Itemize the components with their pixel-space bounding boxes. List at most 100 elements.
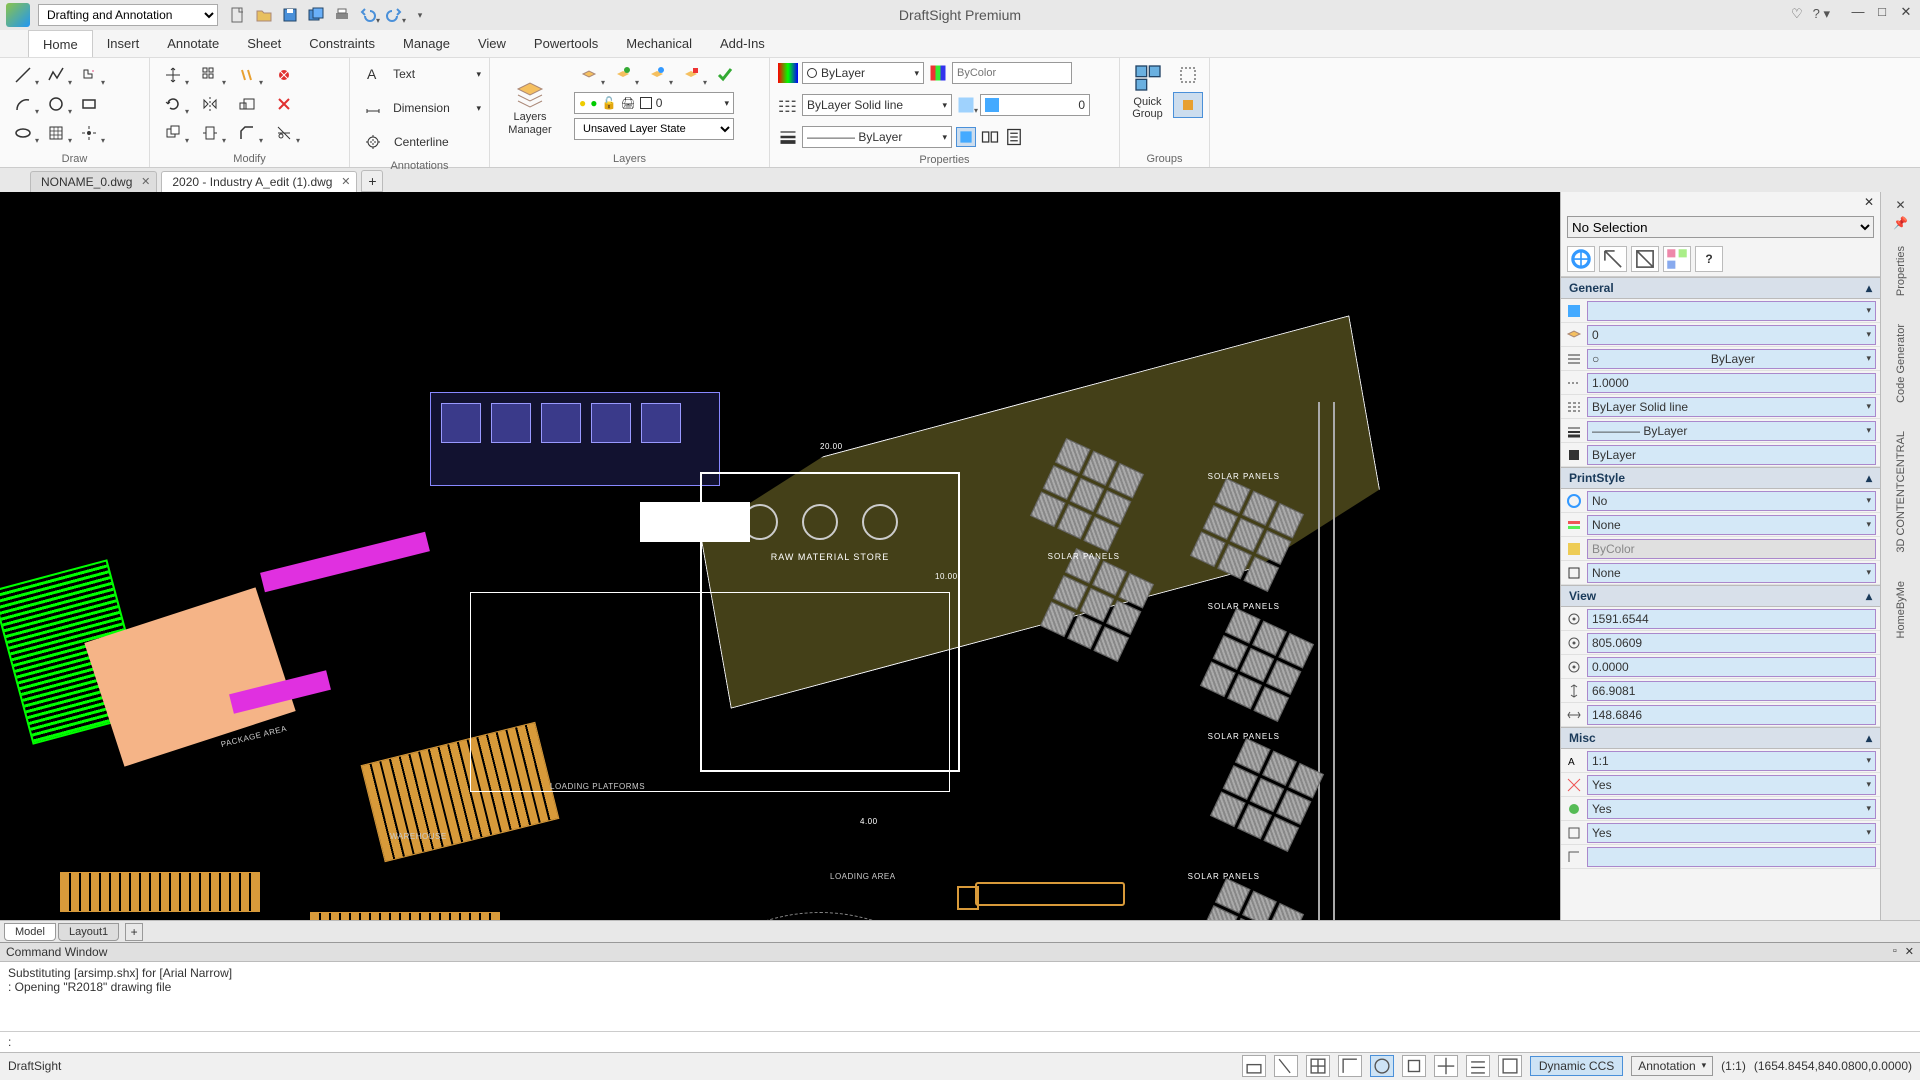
side-tab-properties[interactable]: Properties xyxy=(1893,234,1909,308)
tab-manage[interactable]: Manage xyxy=(389,30,464,57)
layer-icon-3[interactable] xyxy=(642,62,672,88)
mirror-icon[interactable] xyxy=(195,91,225,117)
ellipse-icon[interactable] xyxy=(8,120,38,146)
layer-icon-1[interactable] xyxy=(574,62,604,88)
dimension-label[interactable]: Dimension xyxy=(393,101,470,115)
lweight-icon[interactable] xyxy=(778,127,798,147)
close-tab-1-icon[interactable]: ✕ xyxy=(141,175,150,188)
transparency-icon[interactable] xyxy=(956,95,976,115)
view-y-field[interactable]: 805.0609 xyxy=(1587,633,1876,653)
prop-layer-field[interactable]: 0▾ xyxy=(1587,325,1876,345)
layout1-tab[interactable]: Layout1 xyxy=(58,923,119,941)
prop-pstyle-field[interactable]: ByLayer xyxy=(1587,445,1876,465)
sidepanel-close-icon[interactable]: ✕ xyxy=(1895,198,1905,212)
pal-tool-2[interactable] xyxy=(1599,246,1627,272)
lweight-combo[interactable]: ———— ByLayer▾ xyxy=(802,126,952,148)
pal-tool-4[interactable] xyxy=(1663,246,1691,272)
quickgroup-button[interactable]: Quick Group xyxy=(1127,62,1169,120)
status-annotation[interactable]: Annotation▾ xyxy=(1631,1056,1713,1076)
workspace-selector[interactable]: Drafting and Annotation xyxy=(38,4,218,26)
polyline-icon[interactable] xyxy=(41,62,71,88)
status-btn-qi[interactable] xyxy=(1498,1055,1522,1077)
rotate-icon[interactable] xyxy=(158,91,188,117)
section-view[interactable]: View▴ xyxy=(1561,585,1880,607)
arc-icon[interactable] xyxy=(8,91,38,117)
file-tab-2[interactable]: 2020 - Industry A_edit (1).dwg✕ xyxy=(161,171,357,192)
color-icon[interactable] xyxy=(778,63,798,83)
section-misc[interactable]: Misc▴ xyxy=(1561,727,1880,749)
prop-icon-a[interactable] xyxy=(956,127,976,147)
print-icon[interactable] xyxy=(332,5,352,25)
tab-mechanical[interactable]: Mechanical xyxy=(612,30,706,57)
misc-field-5[interactable] xyxy=(1587,847,1876,867)
tab-view[interactable]: View xyxy=(464,30,520,57)
transparency-field[interactable]: 0 xyxy=(980,94,1090,116)
section-general[interactable]: General▴ xyxy=(1561,277,1880,299)
scale-icon[interactable] xyxy=(232,91,262,117)
pal-tool-help[interactable]: ? xyxy=(1695,246,1723,272)
ps-field-1[interactable]: No▾ xyxy=(1587,491,1876,511)
layer-icon-4[interactable] xyxy=(676,62,706,88)
minimize-icon[interactable]: — xyxy=(1850,4,1866,20)
trim-icon[interactable] xyxy=(269,120,299,146)
view-x-field[interactable]: 1591.6544 xyxy=(1587,609,1876,629)
new-icon[interactable] xyxy=(228,5,248,25)
pal-tool-1[interactable] xyxy=(1567,246,1595,272)
hatch-icon[interactable] xyxy=(41,120,71,146)
maximize-icon[interactable]: □ xyxy=(1874,4,1890,20)
ps-field-3[interactable]: ByColor xyxy=(1587,539,1876,559)
colorbook-icon[interactable] xyxy=(928,63,948,83)
status-btn-ortho[interactable] xyxy=(1338,1055,1362,1077)
prop-icon-b[interactable] xyxy=(980,127,1000,147)
add-layout-tab[interactable]: + xyxy=(125,923,143,941)
tab-addins[interactable]: Add-Ins xyxy=(706,30,779,57)
view-z-field[interactable]: 0.0000 xyxy=(1587,657,1876,677)
section-printstyle[interactable]: PrintStyle▴ xyxy=(1561,467,1880,489)
group-edit-icon[interactable] xyxy=(1173,62,1203,88)
view-w-field[interactable]: 148.6846 xyxy=(1587,705,1876,725)
powertrim-icon[interactable] xyxy=(269,62,299,88)
status-btn-esnap[interactable] xyxy=(1402,1055,1426,1077)
text-label[interactable]: Text xyxy=(393,67,470,81)
save-icon[interactable] xyxy=(280,5,300,25)
layer-icon-2[interactable] xyxy=(608,62,638,88)
group-select-icon[interactable] xyxy=(1173,92,1203,118)
status-btn-polar[interactable] xyxy=(1370,1055,1394,1077)
status-btn-1[interactable] xyxy=(1242,1055,1266,1077)
text-icon[interactable]: A xyxy=(358,61,387,87)
side-tab-codegen[interactable]: Code Generator xyxy=(1893,312,1909,415)
pal-tool-3[interactable] xyxy=(1631,246,1659,272)
help-dropdown-icon[interactable]: ? ▾ xyxy=(1813,6,1830,22)
centerline-label[interactable]: Centerline xyxy=(394,135,474,149)
line-icon[interactable] xyxy=(8,62,38,88)
cmdwin-min-icon[interactable]: ▫ xyxy=(1893,945,1897,959)
close-icon[interactable]: ✕ xyxy=(1898,4,1914,20)
move-icon[interactable] xyxy=(158,62,188,88)
model-tab[interactable]: Model xyxy=(4,923,56,941)
misc-field-2[interactable]: Yes▾ xyxy=(1587,775,1876,795)
linetype-combo[interactable]: ByLayer Solid line▾ xyxy=(802,94,952,116)
layer-check-icon[interactable] xyxy=(710,62,740,88)
circle-icon[interactable] xyxy=(41,91,71,117)
prop-icon-c[interactable] xyxy=(1004,127,1024,147)
misc-field-1[interactable]: 1:1▾ xyxy=(1587,751,1876,771)
layer-state-combo[interactable]: Unsaved Layer State xyxy=(574,118,734,140)
cmdwin-close-icon[interactable]: ✕ xyxy=(1905,945,1914,959)
point-icon[interactable] xyxy=(74,120,104,146)
status-btn-2[interactable] xyxy=(1274,1055,1298,1077)
palette-close-icon[interactable]: ✕ xyxy=(1864,195,1874,209)
selection-combo[interactable]: No Selection xyxy=(1567,216,1874,238)
add-file-tab[interactable]: + xyxy=(361,170,383,192)
layer-current-combo[interactable]: ●●🔓🖨 0 ▾ xyxy=(574,92,734,114)
ps-field-4[interactable]: None▾ xyxy=(1587,563,1876,583)
ps-field-2[interactable]: None▾ xyxy=(1587,515,1876,535)
sidepanel-pin-icon[interactable]: 📌 xyxy=(1893,216,1908,230)
heart-icon[interactable]: ♡ xyxy=(1791,6,1803,22)
tab-sheet[interactable]: Sheet xyxy=(233,30,295,57)
view-h-field[interactable]: 66.9081 xyxy=(1587,681,1876,701)
tab-constraints[interactable]: Constraints xyxy=(295,30,389,57)
qat-dropdown-icon[interactable]: ▾ xyxy=(410,5,430,25)
cmd-input[interactable]: : xyxy=(0,1032,1920,1052)
status-btn-grid[interactable] xyxy=(1306,1055,1330,1077)
linetype-icon[interactable] xyxy=(778,95,798,115)
